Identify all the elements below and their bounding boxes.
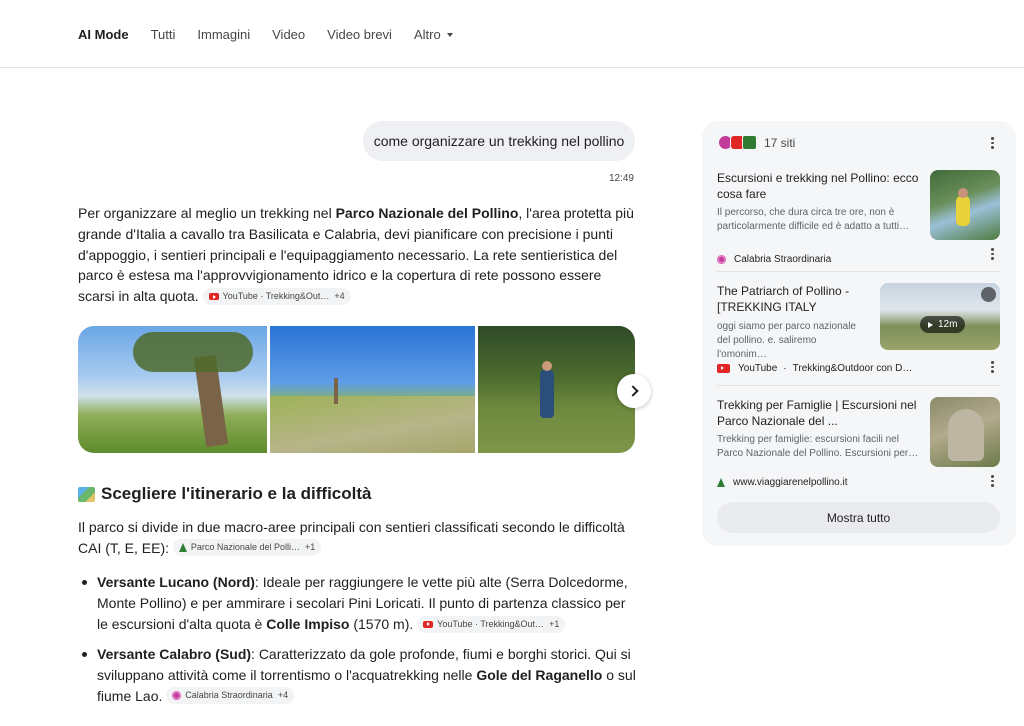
list-item-bold: Colle Impiso [266, 615, 350, 632]
source-card-thumbnail[interactable] [930, 397, 1000, 467]
section-heading: Scegliere l'itinerario e la difficoltà [78, 484, 371, 504]
tab-altro-label: Altro [413, 27, 441, 42]
section-heading-text: Scegliere l'itinerario e la difficoltà [101, 484, 372, 503]
chevron-right-icon [626, 385, 639, 397]
source-name: www.viaggiarenelpollino.it [733, 477, 848, 488]
itinerary-list: Versante Lucano (Nord): Ideale per raggi… [78, 572, 638, 717]
tree-icon [178, 542, 187, 552]
more-options-icon[interactable] [985, 136, 999, 150]
more-options-icon[interactable] [985, 360, 999, 374]
sources-header: 17 siti [718, 135, 795, 150]
source-chip-more: +1 [549, 618, 560, 629]
source-card-snippet: Il percorso, che dura circa tre ore, non… [717, 207, 910, 232]
source-card-snippet: oggi siamo per parco nazionale del polli… [717, 321, 856, 360]
sources-panel: 17 siti Escursioni e trekking nel Pollin… [702, 121, 1016, 546]
list-item-title: Versante Lucano (Nord) [97, 574, 255, 590]
source-card-video-thumbnail[interactable]: 12m [880, 283, 1000, 350]
source-card-title[interactable]: The Patriarch of Pollino - [TREKKING ITA… [717, 283, 867, 315]
answer-bold-park: Parco Nazionale del Pollino [335, 205, 519, 221]
gallery-image-hiker[interactable] [477, 326, 635, 453]
source-separator: · [783, 363, 787, 374]
tree-icon [717, 478, 725, 487]
tab-tutti[interactable]: Tutti [151, 27, 176, 42]
source-chip-label: YouTube · Trekking&Out… [437, 618, 545, 629]
list-item-title: Versante Calabro (Sud) [97, 646, 252, 663]
source-chip-label: Calabria Straordinaria [185, 690, 273, 701]
source-chip-youtube[interactable]: YouTube · Trekking&Out… +1 [417, 615, 566, 633]
show-all-button[interactable]: Mostra tutto [717, 502, 1000, 533]
gallery-image-pine-tree[interactable] [78, 326, 267, 453]
section-intro: Il parco si divide in due macro-aree pri… [78, 517, 638, 559]
tab-bar: AI Mode Tutti Immagini Video Video brevi… [78, 27, 475, 42]
source-chip-more: +4 [334, 291, 345, 302]
tab-ai-mode[interactable]: AI Mode [78, 27, 129, 42]
source-chip-parco[interactable]: Parco Nazionale del Polli… +1 [172, 538, 322, 556]
tab-video[interactable]: Video [272, 27, 305, 42]
more-options-icon[interactable] [985, 474, 999, 488]
list-item: Versante Lucano (Nord): Ideale per raggi… [78, 572, 638, 634]
youtube-icon [717, 364, 730, 373]
answer-paragraph: Per organizzare al meglio un trekking ne… [78, 203, 638, 307]
caret-down-icon [446, 32, 453, 37]
source-name: YouTube [738, 363, 778, 374]
image-gallery [78, 326, 635, 453]
video-duration: 12m [938, 319, 958, 330]
tree-icon [742, 135, 757, 150]
list-item-bold: Gole del Raganello [476, 667, 603, 684]
source-chip-calabria[interactable]: Calabria Straordinaria +4 [166, 686, 295, 704]
video-duration-badge: 12m [920, 316, 966, 333]
tab-immagini[interactable]: Immagini [197, 27, 250, 42]
source-card-title[interactable]: Trekking per Famiglie | Escursioni nel P… [717, 397, 922, 429]
source-card-thumbnail[interactable] [930, 170, 1000, 240]
play-icon [928, 321, 933, 328]
source-chip-label: Parco Nazionale del Polli… [190, 541, 300, 552]
flower-icon [717, 255, 726, 264]
tab-altro[interactable]: Altro [414, 27, 453, 42]
divider [717, 271, 1000, 272]
gallery-next-button[interactable] [617, 374, 651, 408]
sources-count: 17 siti [764, 135, 796, 150]
gallery-image-meadow[interactable] [269, 326, 475, 453]
source-card[interactable]: The Patriarch of Pollino - [TREKKING ITA… [717, 283, 1000, 383]
top-nav: AI Mode Tutti Immagini Video Video brevi… [0, 0, 1024, 68]
source-card-source: YouTube · Trekking&Outdoor con D… [717, 363, 912, 374]
map-icon [78, 486, 95, 502]
list-item: Versante Calabro (Sud): Caratterizzato d… [78, 644, 638, 706]
source-chip-youtube[interactable]: YouTube · Trekking&Out… +4 [202, 288, 351, 306]
tab-video-brevi[interactable]: Video brevi [327, 27, 392, 42]
source-chip-more: +4 [277, 690, 289, 701]
source-card-source: Calabria Straordinaria [717, 254, 831, 265]
source-card-title[interactable]: Escursioni e trekking nel Pollino: ecco … [717, 170, 922, 202]
list-item-text: (1570 m). [349, 615, 414, 632]
source-card[interactable]: Escursioni e trekking nel Pollino: ecco … [717, 170, 1000, 270]
source-chip-more: +1 [304, 541, 316, 552]
answer-text-1: Per organizzare al meglio un trekking ne… [78, 205, 336, 221]
more-options-icon[interactable] [985, 247, 999, 261]
expand-icon[interactable] [981, 287, 996, 302]
flower-icon [172, 690, 182, 700]
source-channel: Trekking&Outdoor con D… [792, 363, 913, 374]
user-query-bubble: come organizzare un trekking nel pollino [363, 121, 635, 161]
source-card[interactable]: Trekking per Famiglie | Escursioni nel P… [717, 397, 1000, 497]
query-timestamp: 12:49 [608, 173, 634, 184]
source-name: Calabria Straordinaria [734, 254, 832, 265]
source-chip-label: YouTube · Trekking&Out… [222, 291, 330, 302]
source-card-source: www.viaggiarenelpollino.it [717, 477, 848, 488]
source-card-snippet: Trekking per famiglie: escursioni facili… [717, 434, 919, 459]
youtube-icon [208, 293, 219, 301]
youtube-icon [423, 620, 434, 628]
divider [717, 385, 1000, 386]
section-intro-text: Il parco si divide in due macro-aree pri… [78, 519, 625, 556]
